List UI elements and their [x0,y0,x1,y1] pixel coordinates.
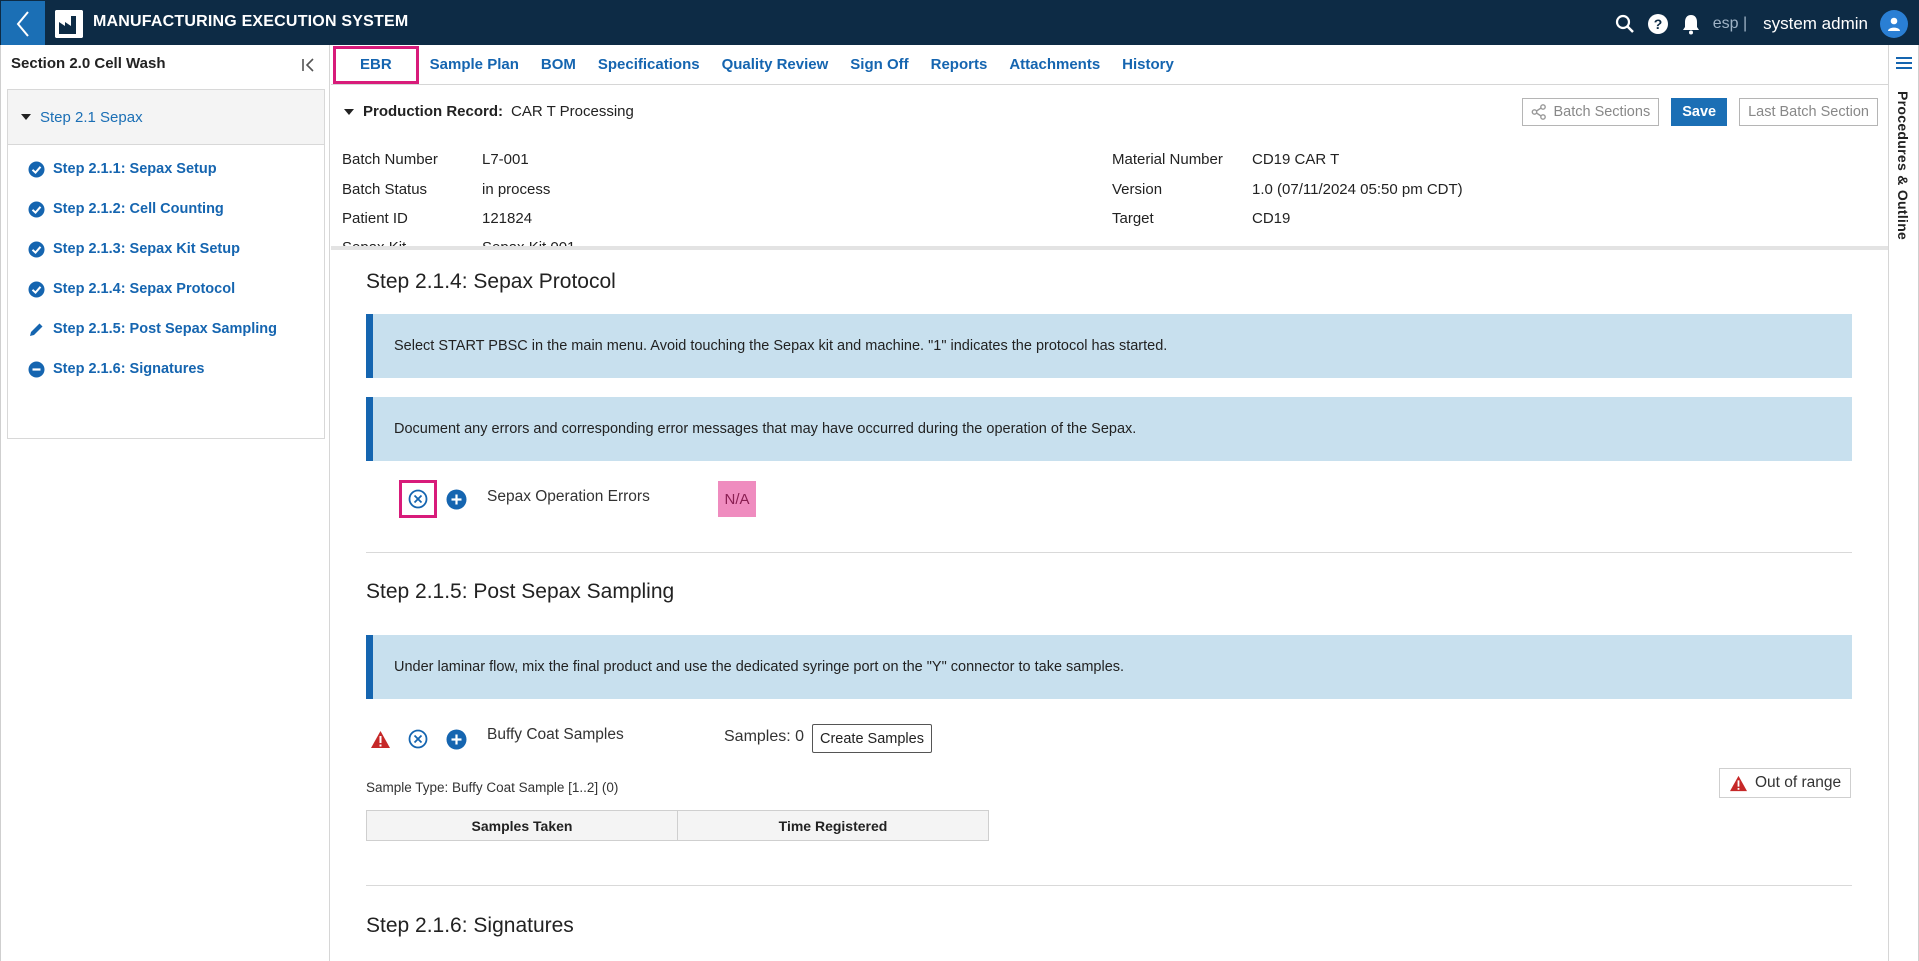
collapse-sidebar-icon[interactable] [299,55,319,75]
field-label: Buffy Coat Samples [487,726,624,743]
last-batch-section-button[interactable]: Last Batch Section [1739,98,1878,126]
bell-icon[interactable] [1681,13,1701,35]
plus-circle-icon [446,729,466,749]
search-icon[interactable] [1615,14,1635,34]
svg-text:?: ? [1653,16,1662,32]
back-button[interactable] [1,1,45,46]
user-icon [1888,17,1900,31]
clear-circle-icon [408,489,428,509]
field-buffy-coat-samples: Buffy Coat Samples Samples: 0 Create Sam… [366,720,1852,780]
samples-table: Samples Taken Time Registered [366,810,989,841]
sidebar-item-label[interactable]: Step 2.1.1: Sepax Setup [53,161,217,177]
tab-bar: EBR Sample Plan BOM Specifications Quali… [331,45,1888,85]
add-value-button[interactable] [445,728,467,750]
tab-ebr[interactable]: EBR [333,45,419,84]
tab-bom[interactable]: BOM [530,45,587,85]
check-circle-icon [28,201,45,217]
sidebar-item-step-2-1-5[interactable]: Step 2.1.5: Post Sepax Sampling [8,309,324,349]
language-selector[interactable]: esp | [1713,15,1747,33]
tab-reports[interactable]: Reports [920,45,999,85]
sidebar-item-label[interactable]: Step 2.1.2: Cell Counting [53,201,224,217]
section-title: Section 2.0 Cell Wash [11,55,166,72]
field-value-badge[interactable]: N/A [718,481,756,517]
sidebar-item-label[interactable]: Step 2.1.4: Sepax Protocol [53,281,235,297]
step-title-sepax-protocol: Step 2.1.4: Sepax Protocol [366,270,616,293]
check-circle-icon [28,161,45,177]
tab-sample-plan[interactable]: Sample Plan [419,45,530,85]
avatar[interactable] [1880,9,1908,38]
clear-value-button[interactable] [407,728,429,750]
production-record-panel: Production Record: CAR T Processing Batc… [331,85,1888,250]
instruction-note: Select START PBSC in the main menu. Avoi… [366,314,1852,378]
sidebar-group-label[interactable]: Step 2.1 Sepax [40,109,143,126]
production-record-header[interactable]: Production Record: CAR T Processing [343,103,634,120]
out-of-range-indicator: Out of range [1719,768,1852,798]
divider [366,552,1852,553]
user-name[interactable]: system admin [1763,14,1868,34]
tab-specifications[interactable]: Specifications [587,45,711,85]
instruction-note: Under laminar flow, mix the final produc… [366,635,1852,699]
add-value-button[interactable] [445,488,467,510]
step-title-post-sepax-sampling: Step 2.1.5: Post Sepax Sampling [366,580,675,603]
instruction-note: Document any errors and corresponding er… [366,397,1852,461]
sidebar-group-step-2-1[interactable]: Step 2.1 Sepax [8,90,324,145]
clear-circle-icon [408,729,428,749]
sidebar: Section 2.0 Cell Wash Step 2.1 Sepax Ste… [0,45,330,961]
sidebar-item-step-2-1-1[interactable]: Step 2.1.1: Sepax Setup [8,149,324,189]
sidebar-item-label[interactable]: Step 2.1.6: Signatures [53,361,205,377]
caret-down-icon[interactable] [20,111,32,123]
share-icon [1532,104,1547,120]
chevron-left-icon [16,10,29,37]
field-sepax-operation-errors: Sepax Operation Errors N/A [366,480,1852,550]
column-header-samples-taken[interactable]: Samples Taken [366,810,678,841]
sidebar-item-step-2-1-3[interactable]: Step 2.1.3: Sepax Kit Setup [8,229,324,269]
samples-count: Samples: 0 [724,728,805,745]
sidebar-item-step-2-1-6[interactable]: Step 2.1.6: Signatures [8,349,324,389]
batch-sections-button[interactable]: Batch Sections [1522,98,1660,126]
caret-down-icon[interactable] [343,106,355,118]
save-button[interactable]: Save [1671,98,1728,126]
tab-attachments[interactable]: Attachments [998,45,1111,85]
app-title: MANUFACTURING EXECUTION SYSTEM [93,13,409,30]
help-icon[interactable]: ? [1647,13,1669,35]
sidebar-item-step-2-1-4[interactable]: Step 2.1.4: Sepax Protocol [8,269,324,309]
warning-indicator [369,728,391,750]
divider [366,885,1852,886]
production-record-label: Production Record: [363,103,504,120]
tab-history[interactable]: History [1111,45,1185,85]
top-bar: MANUFACTURING EXECUTION SYSTEM ? esp | s… [0,0,1919,46]
sidebar-item-label[interactable]: Step 2.1.3: Sepax Kit Setup [53,241,240,257]
pencil-icon [30,323,43,336]
sidebar-item-label[interactable]: Step 2.1.5: Post Sepax Sampling [53,321,277,337]
step-title-signatures: Step 2.1.6: Signatures [366,914,574,937]
create-samples-button[interactable]: Create Samples [812,724,932,753]
sample-type-label: Sample Type: Buffy Coat Sample [1..2] (0… [366,780,619,795]
ebr-content: Step 2.1.4: Sepax Protocol Select START … [366,250,1852,961]
warning-icon [370,730,390,748]
production-record-name: CAR T Processing [511,103,634,120]
tab-sign-off[interactable]: Sign Off [839,45,919,85]
procedures-outline-toggle[interactable]: Procedures & Outline [1895,91,1911,240]
outline-panel: Step 2.1 Sepax Step 2.1.1: Sepax Setup S… [7,89,325,439]
tab-quality-review[interactable]: Quality Review [711,45,840,85]
sidebar-item-step-2-1-2[interactable]: Step 2.1.2: Cell Counting [8,189,324,229]
clear-value-button[interactable] [399,480,437,518]
check-circle-icon [28,241,45,257]
column-header-time-registered[interactable]: Time Registered [677,810,989,841]
factory-logo-icon [55,10,83,38]
list-menu-icon[interactable] [1895,55,1913,71]
right-rail: Procedures & Outline [1888,45,1919,961]
check-circle-icon [28,281,45,297]
plus-circle-icon [446,489,466,509]
warning-icon [1730,775,1747,791]
minus-circle-icon [28,361,45,377]
field-label: Sepax Operation Errors [487,488,650,505]
